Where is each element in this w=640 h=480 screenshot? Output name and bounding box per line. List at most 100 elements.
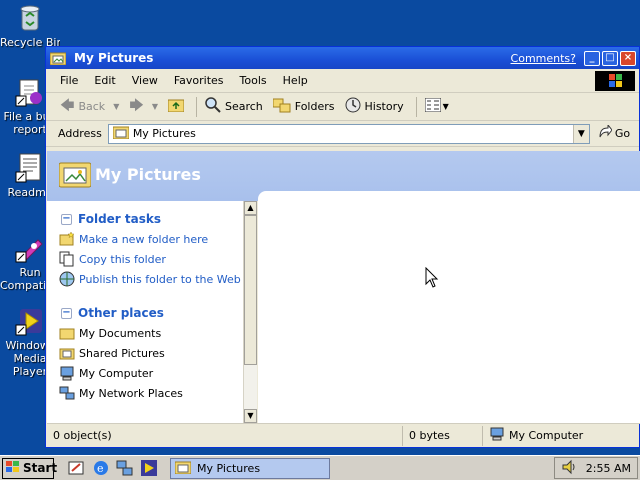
place-my-network[interactable]: My Network Places: [47, 383, 243, 403]
new-folder-icon: [59, 231, 75, 247]
taskbar-task-label: My Pictures: [197, 461, 261, 475]
minimize-button[interactable]: _: [584, 50, 600, 66]
computer-icon: [489, 427, 505, 444]
task-pane: − Folder tasks Make a new folder here Co…: [47, 201, 243, 423]
close-button[interactable]: ×: [620, 50, 636, 66]
title-bar[interactable]: My Pictures Comments? _ □ ×: [46, 47, 639, 69]
folder-up-icon: [167, 98, 185, 115]
address-dropdown-button[interactable]: ▼: [572, 124, 589, 143]
chevron-down-icon: ▼: [442, 102, 449, 111]
status-location: My Computer: [483, 426, 623, 446]
menu-favorites[interactable]: Favorites: [174, 74, 224, 87]
history-label: History: [364, 100, 404, 113]
task-label: Make a new folder here: [79, 232, 209, 246]
folder-pictures-icon: [174, 460, 192, 477]
status-object-count: 0 object(s): [47, 425, 403, 446]
status-location-label: My Computer: [509, 429, 584, 442]
place-label: My Network Places: [79, 386, 183, 400]
media-player-icon: [14, 305, 46, 337]
system-tray: 2:55 AM: [554, 457, 638, 479]
quick-launch: e: [68, 459, 164, 477]
quick-launch-media-icon[interactable]: [140, 459, 158, 477]
place-label: My Computer: [79, 366, 154, 380]
file-list-pane[interactable]: [258, 191, 640, 423]
place-my-documents[interactable]: My Documents: [47, 323, 243, 343]
go-label: Go: [614, 127, 631, 140]
place-my-computer[interactable]: My Computer: [47, 363, 243, 383]
go-arrow-icon: [598, 123, 613, 142]
taskbar-my-pictures[interactable]: My Pictures: [170, 457, 330, 479]
place-shared-pictures[interactable]: Shared Pictures: [47, 343, 243, 363]
maximize-button[interactable]: □: [602, 50, 618, 66]
address-input[interactable]: My Pictures ▼: [107, 123, 590, 144]
collapse-icon[interactable]: −: [61, 307, 72, 319]
chevron-down-icon: ▼: [151, 102, 158, 111]
up-button[interactable]: [167, 98, 185, 115]
explorer-window: My Pictures Comments? _ □ × File Edit Vi…: [45, 46, 640, 448]
status-bar: 0 object(s) 0 bytes My Computer: [47, 423, 640, 447]
comments-link[interactable]: Comments?: [511, 52, 576, 65]
window-title: My Pictures: [74, 51, 154, 65]
back-button[interactable]: 🡄 Back ▼: [60, 95, 119, 119]
svg-text:e: e: [97, 462, 104, 475]
folder-pictures-icon: [112, 125, 130, 142]
folders-button[interactable]: Folders: [272, 97, 335, 117]
scroll-up-button[interactable]: ▲: [244, 201, 257, 215]
back-arrow-icon: 🡄: [60, 97, 75, 114]
forward-button[interactable]: 🡆 ▼: [129, 95, 158, 119]
history-icon: [345, 97, 361, 117]
menu-file[interactable]: File: [60, 74, 78, 87]
volume-icon[interactable]: [561, 459, 577, 478]
other-places-header[interactable]: − Other places: [47, 303, 243, 323]
task-label: Publish this folder to the Web: [79, 272, 241, 286]
task-label: Copy this folder: [79, 252, 166, 266]
folder-header-title: My Pictures: [95, 165, 201, 184]
quick-launch-network-icon[interactable]: [116, 459, 134, 477]
recycle-bin-icon: [14, 2, 46, 34]
chevron-down-icon: ▼: [113, 102, 120, 111]
copy-icon: [59, 251, 75, 267]
history-button[interactable]: History: [345, 97, 404, 117]
scroll-thumb[interactable]: [244, 215, 257, 365]
scroll-down-button[interactable]: ▼: [244, 409, 257, 423]
views-icon: [424, 97, 442, 115]
go-button[interactable]: Go: [598, 123, 631, 142]
quick-launch-ie-icon[interactable]: e: [92, 459, 110, 477]
clock[interactable]: 2:55 AM: [586, 462, 631, 475]
collapse-icon[interactable]: −: [61, 213, 72, 225]
task-copy-folder[interactable]: Copy this folder: [47, 249, 243, 269]
menu-edit[interactable]: Edit: [94, 74, 115, 87]
task-publish-folder[interactable]: Publish this folder to the Web: [47, 269, 243, 289]
desktop-icon-recycle-bin[interactable]: Recycle Bin: [0, 2, 60, 49]
folders-label: Folders: [294, 100, 335, 113]
quick-launch-desktop-icon[interactable]: [68, 459, 86, 477]
search-button[interactable]: Search: [205, 96, 263, 117]
search-icon: [205, 96, 221, 117]
toolbar-separator: [195, 96, 197, 117]
other-places-title: Other places: [78, 306, 164, 320]
windows-logo-icon: [595, 71, 635, 91]
content-area: My Pictures − Folder tasks Make a new fo…: [47, 151, 640, 423]
folder-tasks-title: Folder tasks: [78, 212, 161, 226]
task-pane-scrollbar[interactable]: ▲ ▼: [243, 201, 257, 423]
toolbar-separator: [415, 96, 417, 117]
folders-icon: [272, 97, 291, 117]
taskbar: Start e My Pictures 2:55 AM: [0, 455, 640, 480]
views-button[interactable]: ▼: [424, 97, 449, 115]
task-make-new-folder[interactable]: Make a new folder here: [47, 229, 243, 249]
folder-pictures-icon: [49, 51, 67, 66]
mouse-cursor-icon: [425, 266, 439, 289]
forward-arrow-icon: 🡆: [129, 97, 144, 114]
menu-tools[interactable]: Tools: [240, 74, 267, 87]
folder-tasks-header[interactable]: − Folder tasks: [47, 209, 243, 229]
place-label: My Documents: [79, 326, 162, 340]
start-button[interactable]: Start: [2, 457, 57, 479]
publish-web-icon: [59, 271, 75, 287]
folder-pictures-large-icon: [58, 159, 92, 189]
menu-bar: File Edit View Favorites Tools Help: [46, 69, 639, 93]
compatibility-icon: [14, 232, 46, 264]
menu-view[interactable]: View: [132, 74, 158, 87]
back-label: Back: [78, 100, 106, 113]
search-label: Search: [224, 100, 263, 113]
menu-help[interactable]: Help: [283, 74, 308, 87]
